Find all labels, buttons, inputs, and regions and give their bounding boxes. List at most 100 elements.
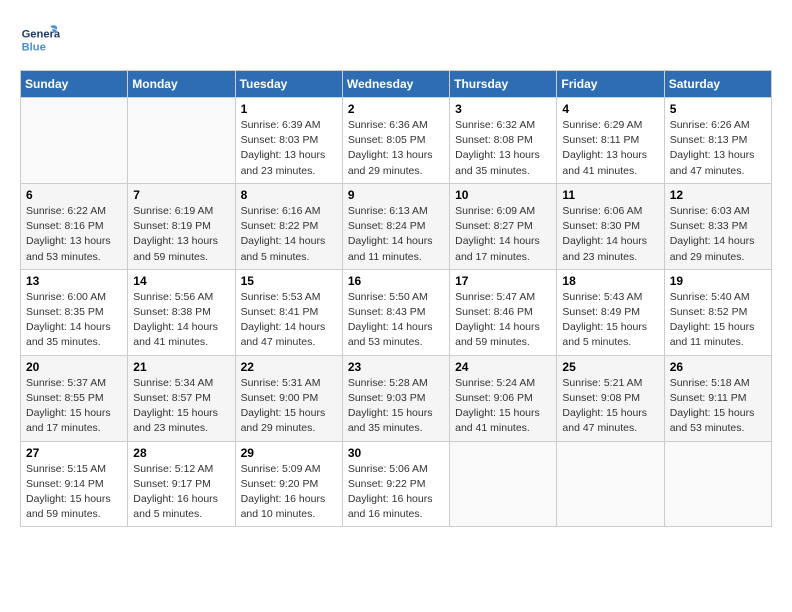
calendar-cell: 3 Sunrise: 6:32 AMSunset: 8:08 PMDaylight… [450, 98, 557, 184]
day-info: Sunrise: 6:03 AMSunset: 8:33 PMDaylight:… [670, 204, 766, 265]
calendar-cell: 6 Sunrise: 6:22 AMSunset: 8:16 PMDaylight… [21, 183, 128, 269]
logo-icon: General Blue [20, 20, 60, 60]
day-info: Sunrise: 5:43 AMSunset: 8:49 PMDaylight:… [562, 290, 658, 351]
day-info: Sunrise: 6:13 AMSunset: 8:24 PMDaylight:… [348, 204, 444, 265]
day-info: Sunrise: 5:40 AMSunset: 8:52 PMDaylight:… [670, 290, 766, 351]
calendar-cell: 17 Sunrise: 5:47 AMSunset: 8:46 PMDayligh… [450, 269, 557, 355]
day-info: Sunrise: 6:39 AMSunset: 8:03 PMDaylight:… [241, 118, 337, 179]
logo: General Blue [20, 20, 60, 60]
day-number: 15 [241, 274, 337, 288]
day-number: 22 [241, 360, 337, 374]
calendar-cell [450, 441, 557, 527]
calendar-cell: 21 Sunrise: 5:34 AMSunset: 8:57 PMDayligh… [128, 355, 235, 441]
calendar-cell: 29Sunrise: 5:09 AMSunset: 9:20 PMDayligh… [235, 441, 342, 527]
weekday-header: Sunday [21, 71, 128, 98]
day-info: Sunrise: 5:34 AMSunset: 8:57 PMDaylight:… [133, 376, 229, 437]
day-number: 1 [241, 102, 337, 116]
day-number: 12 [670, 188, 766, 202]
calendar-cell: 20 Sunrise: 5:37 AMSunset: 8:55 PMDayligh… [21, 355, 128, 441]
day-info: Sunrise: 6:22 AMSunset: 8:16 PMDaylight:… [26, 204, 122, 265]
calendar-cell: 28 Sunrise: 5:12 AMSunset: 9:17 PMDayligh… [128, 441, 235, 527]
day-number: 7 [133, 188, 229, 202]
calendar-week-row: 13 Sunrise: 6:00 AMSunset: 8:35 PMDayligh… [21, 269, 772, 355]
day-number: 11 [562, 188, 658, 202]
day-number: 17 [455, 274, 551, 288]
weekday-header: Tuesday [235, 71, 342, 98]
day-info: Sunrise: 6:26 AMSunset: 8:13 PMDaylight:… [670, 118, 766, 179]
calendar-week-row: 6 Sunrise: 6:22 AMSunset: 8:16 PMDaylight… [21, 183, 772, 269]
day-info: Sunrise: 6:00 AMSunset: 8:35 PMDaylight:… [26, 290, 122, 351]
day-number: 30 [348, 446, 444, 460]
day-number: 25 [562, 360, 658, 374]
calendar-week-row: 20 Sunrise: 5:37 AMSunset: 8:55 PMDayligh… [21, 355, 772, 441]
day-info: Sunrise: 5:37 AMSunset: 8:55 PMDaylight:… [26, 376, 122, 437]
day-number: 18 [562, 274, 658, 288]
day-number: 6 [26, 188, 122, 202]
calendar-week-row: 27 Sunrise: 5:15 AMSunset: 9:14 PMDayligh… [21, 441, 772, 527]
weekday-header: Saturday [664, 71, 771, 98]
calendar-cell: 5 Sunrise: 6:26 AMSunset: 8:13 PMDaylight… [664, 98, 771, 184]
weekday-header: Friday [557, 71, 664, 98]
day-info: Sunrise: 5:50 AMSunset: 8:43 PMDaylight:… [348, 290, 444, 351]
calendar-cell: 30Sunrise: 5:06 AMSunset: 9:22 PMDayligh… [342, 441, 449, 527]
day-number: 28 [133, 446, 229, 460]
calendar-cell: 14 Sunrise: 5:56 AMSunset: 8:38 PMDayligh… [128, 269, 235, 355]
day-info: Sunrise: 5:12 AMSunset: 9:17 PMDaylight:… [133, 462, 229, 523]
weekday-header: Wednesday [342, 71, 449, 98]
day-info: Sunrise: 5:47 AMSunset: 8:46 PMDaylight:… [455, 290, 551, 351]
calendar-cell: 15 Sunrise: 5:53 AMSunset: 8:41 PMDayligh… [235, 269, 342, 355]
day-number: 3 [455, 102, 551, 116]
calendar-cell: 23Sunrise: 5:28 AMSunset: 9:03 PMDayligh… [342, 355, 449, 441]
calendar-week-row: 1 Sunrise: 6:39 AMSunset: 8:03 PMDaylight… [21, 98, 772, 184]
day-info: Sunrise: 5:21 AMSunset: 9:08 PMDaylight:… [562, 376, 658, 437]
day-info: Sunrise: 6:32 AMSunset: 8:08 PMDaylight:… [455, 118, 551, 179]
day-number: 13 [26, 274, 122, 288]
calendar-cell: 27 Sunrise: 5:15 AMSunset: 9:14 PMDayligh… [21, 441, 128, 527]
day-number: 14 [133, 274, 229, 288]
weekday-header: Monday [128, 71, 235, 98]
calendar-cell: 1 Sunrise: 6:39 AMSunset: 8:03 PMDaylight… [235, 98, 342, 184]
day-info: Sunrise: 5:56 AMSunset: 8:38 PMDaylight:… [133, 290, 229, 351]
svg-text:Blue: Blue [22, 41, 46, 53]
calendar-cell: 2 Sunrise: 6:36 AMSunset: 8:05 PMDaylight… [342, 98, 449, 184]
calendar-cell: 18 Sunrise: 5:43 AMSunset: 8:49 PMDayligh… [557, 269, 664, 355]
calendar-cell: 10Sunrise: 6:09 AMSunset: 8:27 PMDayligh… [450, 183, 557, 269]
day-info: Sunrise: 6:29 AMSunset: 8:11 PMDaylight:… [562, 118, 658, 179]
day-number: 27 [26, 446, 122, 460]
day-info: Sunrise: 6:06 AMSunset: 8:30 PMDaylight:… [562, 204, 658, 265]
calendar-cell [664, 441, 771, 527]
calendar-cell: 24Sunrise: 5:24 AMSunset: 9:06 PMDayligh… [450, 355, 557, 441]
day-number: 20 [26, 360, 122, 374]
calendar-cell: 9 Sunrise: 6:13 AMSunset: 8:24 PMDaylight… [342, 183, 449, 269]
day-number: 29 [241, 446, 337, 460]
calendar-cell [21, 98, 128, 184]
weekday-header: Thursday [450, 71, 557, 98]
day-number: 26 [670, 360, 766, 374]
day-number: 21 [133, 360, 229, 374]
day-number: 19 [670, 274, 766, 288]
page-header: General Blue [20, 20, 772, 60]
calendar-table: SundayMondayTuesdayWednesdayThursdayFrid… [20, 70, 772, 527]
calendar-cell: 19 Sunrise: 5:40 AMSunset: 8:52 PMDayligh… [664, 269, 771, 355]
day-info: Sunrise: 6:16 AMSunset: 8:22 PMDaylight:… [241, 204, 337, 265]
day-number: 8 [241, 188, 337, 202]
day-number: 24 [455, 360, 551, 374]
day-number: 9 [348, 188, 444, 202]
day-info: Sunrise: 5:15 AMSunset: 9:14 PMDaylight:… [26, 462, 122, 523]
calendar-cell: 8 Sunrise: 6:16 AMSunset: 8:22 PMDaylight… [235, 183, 342, 269]
calendar-cell [557, 441, 664, 527]
day-info: Sunrise: 5:31 AMSunset: 9:00 PMDaylight:… [241, 376, 337, 437]
calendar-cell: 13 Sunrise: 6:00 AMSunset: 8:35 PMDayligh… [21, 269, 128, 355]
day-info: Sunrise: 6:09 AMSunset: 8:27 PMDaylight:… [455, 204, 551, 265]
calendar-cell: 4 Sunrise: 6:29 AMSunset: 8:11 PMDaylight… [557, 98, 664, 184]
day-info: Sunrise: 5:18 AMSunset: 9:11 PMDaylight:… [670, 376, 766, 437]
day-info: Sunrise: 5:53 AMSunset: 8:41 PMDaylight:… [241, 290, 337, 351]
day-number: 5 [670, 102, 766, 116]
day-number: 2 [348, 102, 444, 116]
calendar-cell: 7 Sunrise: 6:19 AMSunset: 8:19 PMDaylight… [128, 183, 235, 269]
day-number: 4 [562, 102, 658, 116]
calendar-cell: 22 Sunrise: 5:31 AMSunset: 9:00 PMDayligh… [235, 355, 342, 441]
calendar-cell: 26 Sunrise: 5:18 AMSunset: 9:11 PMDayligh… [664, 355, 771, 441]
day-info: Sunrise: 6:19 AMSunset: 8:19 PMDaylight:… [133, 204, 229, 265]
day-info: Sunrise: 6:36 AMSunset: 8:05 PMDaylight:… [348, 118, 444, 179]
